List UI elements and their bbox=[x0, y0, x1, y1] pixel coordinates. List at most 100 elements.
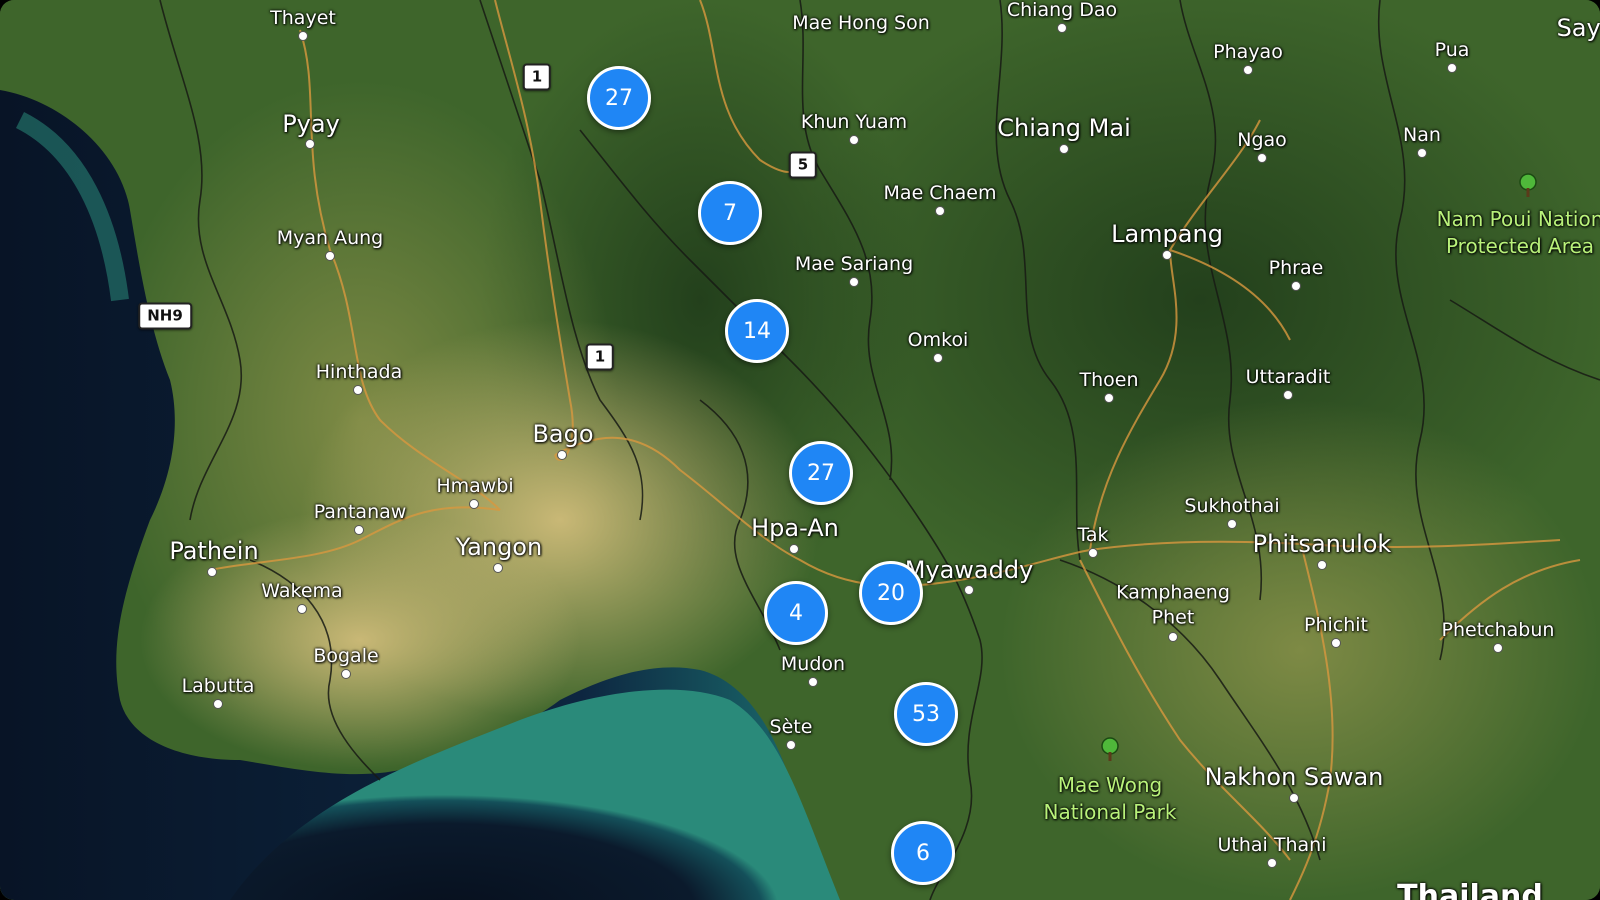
place-label-myawaddy: Myawaddy bbox=[904, 556, 1034, 584]
place-dot bbox=[1447, 63, 1457, 73]
country-label-thailand: Thailand bbox=[1397, 879, 1543, 900]
place-label-sukhothai: Sukhothai bbox=[1184, 495, 1280, 517]
road-shield-5: 5 bbox=[788, 151, 818, 179]
place-dot bbox=[353, 385, 363, 395]
place-label-thayet: Thayet bbox=[270, 7, 336, 29]
place-dot bbox=[1243, 65, 1253, 75]
place-dot bbox=[1257, 153, 1267, 163]
place-label-phetchabun: Phetchabun bbox=[1441, 619, 1555, 641]
place-label-chiang-dao: Chiang Dao bbox=[1006, 0, 1118, 21]
place-label-mudon: Mudon bbox=[780, 653, 846, 675]
place-label-phitsanulok: Phitsanulok bbox=[1252, 530, 1392, 558]
place-dot bbox=[849, 135, 859, 145]
place-dot bbox=[213, 699, 223, 709]
place-label-nan: Nan bbox=[1403, 124, 1441, 146]
place-dot bbox=[808, 677, 818, 687]
place-label-hpa-an: Hpa-An bbox=[751, 514, 839, 542]
park-label-line: Mae Wong bbox=[1057, 773, 1163, 797]
place-label-hinthada: Hinthada bbox=[315, 361, 403, 383]
park-tree-icon bbox=[1098, 737, 1122, 767]
place-dot bbox=[1057, 23, 1067, 33]
marker-cluster[interactable]: 27 bbox=[789, 441, 853, 505]
place-label-nakhon-sawan: Nakhon Sawan bbox=[1204, 763, 1384, 791]
marker-cluster[interactable]: 14 bbox=[725, 299, 789, 363]
place-dot bbox=[1317, 560, 1327, 570]
place-dot bbox=[354, 525, 364, 535]
marker-cluster[interactable]: 4 bbox=[764, 581, 828, 645]
place-dot bbox=[1291, 281, 1301, 291]
place-label-mae-chaem: Mae Chaem bbox=[883, 182, 997, 204]
place-dot bbox=[1104, 393, 1114, 403]
park-tree-icon bbox=[1516, 173, 1540, 203]
place-dot bbox=[1227, 519, 1237, 529]
park-label-nam-poui: Nam Poui Nation Protected Area bbox=[1437, 206, 1600, 260]
place-label-thoen: Thoen bbox=[1079, 369, 1139, 391]
map-view[interactable]: Thayet Pyay Myan Aung Hinthada Bago Hmaw… bbox=[0, 0, 1600, 900]
place-label-phichit: Phichit bbox=[1304, 614, 1368, 636]
place-label-pyay: Pyay bbox=[282, 110, 340, 138]
place-dot bbox=[341, 669, 351, 679]
place-label-khun-yuam: Khun Yuam bbox=[800, 111, 908, 133]
place-label-pathein: Pathein bbox=[169, 537, 259, 565]
place-dot bbox=[786, 740, 796, 750]
place-label-lampang: Lampang bbox=[1111, 220, 1223, 248]
place-dot bbox=[305, 139, 315, 149]
place-label-mae-hong-son: Mae Hong Son bbox=[792, 12, 930, 34]
place-label-chiang-mai: Chiang Mai bbox=[997, 114, 1131, 142]
place-label-phrae: Phrae bbox=[1268, 257, 1324, 279]
place-label-ngao: Ngao bbox=[1237, 129, 1287, 151]
place-dot bbox=[1168, 632, 1178, 642]
place-label-phayao: Phayao bbox=[1213, 41, 1283, 63]
park-label-line: Protected Area bbox=[1445, 234, 1595, 258]
place-label-omkoi: Omkoi bbox=[907, 329, 969, 351]
place-label-pua: Pua bbox=[1434, 39, 1470, 61]
place-dot bbox=[1162, 250, 1172, 260]
place-label-kamphaeng-phet: Kamphaeng Phet bbox=[1116, 581, 1230, 629]
marker-cluster[interactable]: 53 bbox=[894, 682, 958, 746]
place-dot bbox=[964, 585, 974, 595]
place-dot bbox=[1289, 793, 1299, 803]
place-dot bbox=[207, 567, 217, 577]
place-dot bbox=[933, 353, 943, 363]
marker-cluster[interactable]: 6 bbox=[891, 821, 955, 885]
park-label-line: National Park bbox=[1043, 800, 1177, 824]
park-label-mae-wong: Mae Wong National Park bbox=[1044, 772, 1177, 826]
place-dot bbox=[1088, 548, 1098, 558]
place-label-sete: Sète bbox=[769, 716, 813, 738]
place-label-bogale: Bogale bbox=[313, 645, 379, 667]
place-label-yangon: Yangon bbox=[455, 533, 543, 561]
place-label-bago: Bago bbox=[532, 420, 594, 448]
place-dot bbox=[298, 31, 308, 41]
place-label-uttaradit: Uttaradit bbox=[1245, 366, 1331, 388]
place-dot bbox=[493, 563, 503, 573]
place-label-tak: Tak bbox=[1077, 524, 1109, 546]
place-label-wakema: Wakema bbox=[261, 580, 343, 602]
place-dot bbox=[1493, 643, 1503, 653]
marker-cluster[interactable]: 27 bbox=[587, 66, 651, 130]
place-dot bbox=[1331, 638, 1341, 648]
place-dot bbox=[849, 277, 859, 287]
place-label-pantanaw: Pantanaw bbox=[313, 501, 407, 523]
place-label-myan-aung: Myan Aung bbox=[276, 227, 384, 249]
place-dot bbox=[935, 206, 945, 216]
place-dot bbox=[557, 450, 567, 460]
road-shield-nh9: NH9 bbox=[138, 302, 192, 330]
place-dot bbox=[1059, 144, 1069, 154]
place-label-mae-sariang: Mae Sariang bbox=[794, 253, 914, 275]
place-dot bbox=[469, 499, 479, 509]
place-label-saya: Saya bbox=[1556, 14, 1600, 42]
place-dot bbox=[1267, 858, 1277, 868]
marker-cluster[interactable]: 20 bbox=[859, 561, 923, 625]
place-dot bbox=[1417, 148, 1427, 158]
place-dot bbox=[325, 251, 335, 261]
place-dot bbox=[789, 544, 799, 554]
place-dot bbox=[297, 604, 307, 614]
place-label-hmawbi: Hmawbi bbox=[436, 475, 514, 497]
marker-cluster[interactable]: 7 bbox=[698, 181, 762, 245]
park-label-line: Nam Poui Nation bbox=[1436, 207, 1600, 231]
place-label-uthai-thani: Uthai Thani bbox=[1217, 834, 1327, 856]
road-shield-1: 1 bbox=[585, 343, 615, 371]
place-label-labutta: Labutta bbox=[181, 675, 255, 697]
place-dot bbox=[1283, 390, 1293, 400]
road-shield-1: 1 bbox=[522, 63, 552, 91]
